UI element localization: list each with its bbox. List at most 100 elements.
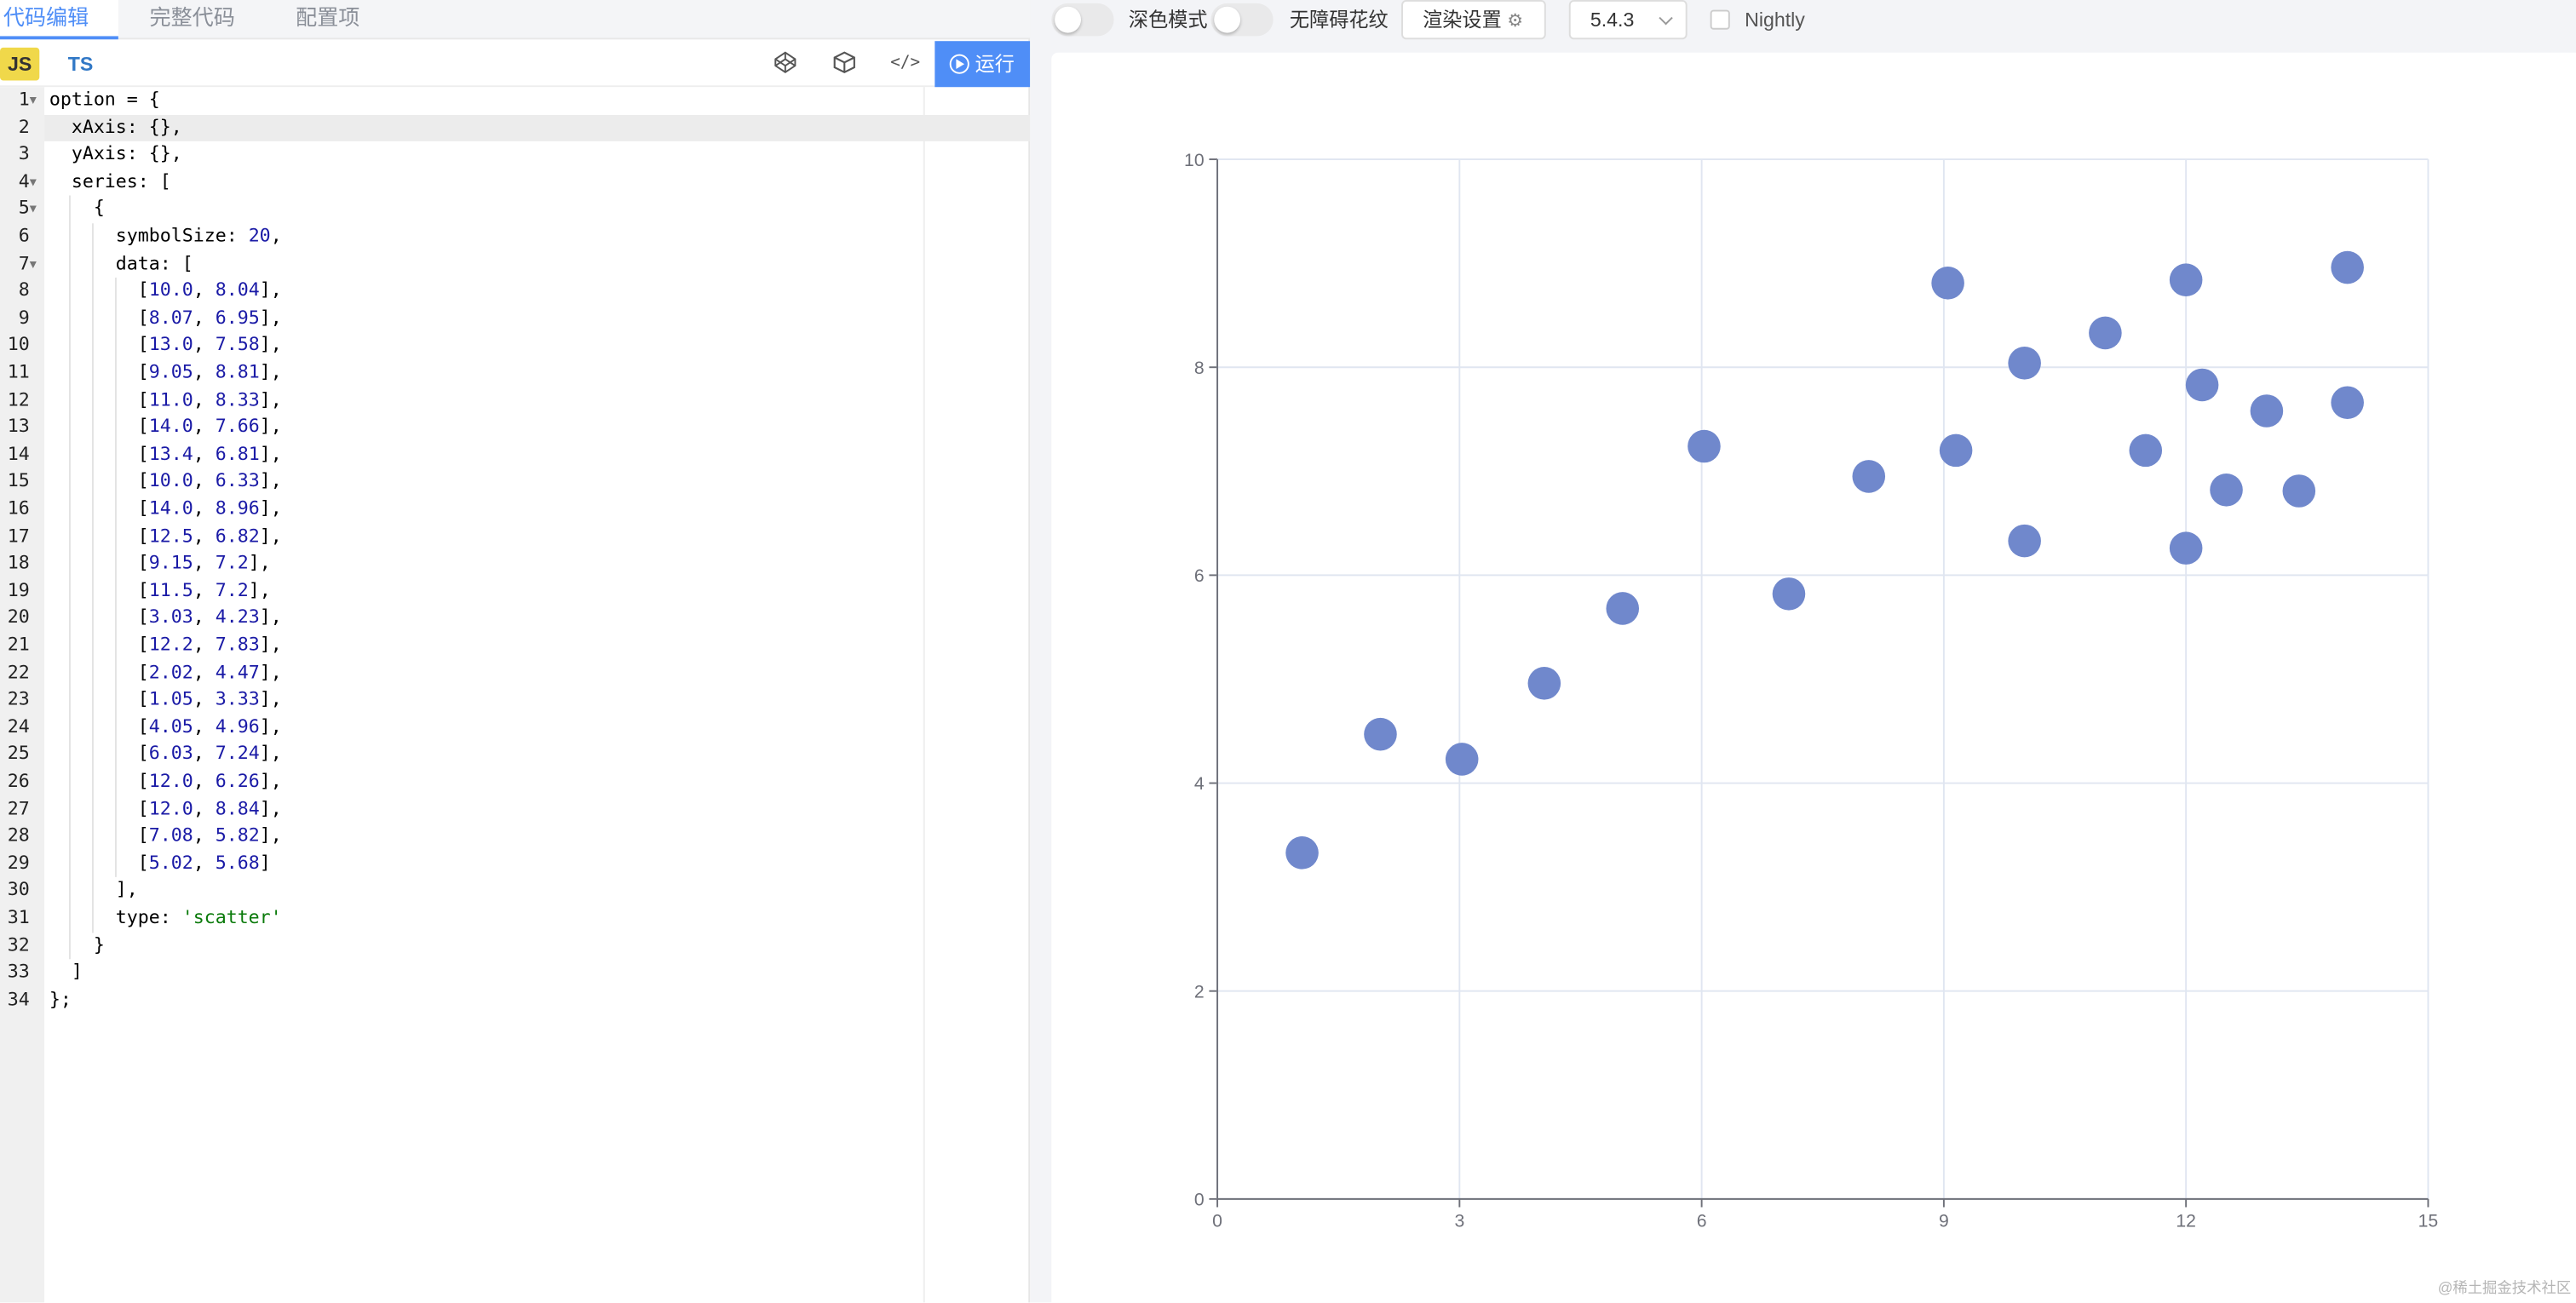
line-number: 34 (7, 988, 30, 1010)
line-number: 10 (7, 334, 30, 356)
scatter-point[interactable] (2008, 524, 2041, 558)
line-number: 7 (18, 252, 30, 274)
line-number: 3 (18, 143, 30, 165)
line-number: 9 (18, 307, 30, 329)
y-tick-label: 2 (1194, 982, 1205, 1002)
scatter-point[interactable] (1364, 717, 1397, 751)
chart-panel: 0 2 4 6 8 10 0 3 6 9 12 15 @稀土掘金技术社区 (1051, 52, 2576, 1303)
y-tick-label: 4 (1194, 774, 1205, 794)
y-tick-label: 0 (1194, 1191, 1205, 1210)
line-number: 16 (7, 497, 30, 519)
scatter-point[interactable] (1285, 836, 1319, 870)
y-tick-label: 6 (1194, 566, 1205, 586)
indent-guide (68, 196, 71, 960)
editor-tabs: 代码编辑 完整代码 配置项 (0, 0, 1031, 40)
line-number: 25 (7, 743, 30, 765)
run-label: 运行 (975, 52, 1015, 76)
line-number: 6 (18, 225, 30, 247)
ts-lang-button[interactable]: TS (59, 48, 101, 81)
scatter-point[interactable] (2129, 433, 2163, 468)
code-line: [10.0, 8.04], (49, 279, 282, 301)
embed-code-icon[interactable]: </> (890, 51, 920, 77)
fold-arrow-icon[interactable]: ▼ (30, 250, 40, 278)
code-line: [12.0, 8.84], (49, 797, 282, 819)
scatter-point[interactable] (2089, 316, 2122, 350)
watermark: @稀土掘金技术社区 (2437, 1279, 2572, 1296)
line-number: 31 (7, 906, 30, 928)
fold-arrow-icon[interactable]: ▼ (30, 196, 40, 223)
scatter-point[interactable] (1445, 743, 1479, 776)
line-number: 4 (18, 170, 30, 192)
line-number: 27 (7, 797, 30, 819)
scatter-point[interactable] (2331, 386, 2364, 420)
code-line: [8.07, 6.95], (49, 307, 282, 329)
render-settings-label: 渲染设置 (1423, 8, 1502, 32)
fold-arrow-icon[interactable]: ▼ (30, 87, 40, 114)
x-tick-label: 6 (1697, 1212, 1707, 1231)
line-number: 14 (7, 443, 30, 465)
code-line: } (49, 933, 105, 956)
dark-mode-toggle[interactable] (1051, 3, 1114, 37)
line-number: 8 (18, 279, 30, 301)
scatter-point[interactable] (2169, 531, 2203, 565)
code-line: yAxis: {}, (49, 143, 182, 165)
scatter-point[interactable] (2185, 368, 2219, 402)
line-number: 33 (7, 961, 30, 983)
scatter-point[interactable] (1606, 592, 1640, 625)
fold-arrow-icon[interactable]: ▼ (30, 169, 40, 196)
code-line: { (49, 198, 105, 220)
tab-full-code[interactable]: 完整代码 (149, 0, 248, 39)
line-number: 18 (7, 552, 30, 574)
x-tick-label: 0 (1212, 1212, 1222, 1231)
scatter-point[interactable] (2331, 250, 2364, 284)
line-number: 26 (7, 770, 30, 792)
scatter-point[interactable] (2250, 394, 2284, 428)
code-line: [9.05, 8.81], (49, 361, 282, 383)
scatter-point[interactable] (1939, 433, 1973, 468)
code-line: [10.0, 6.33], (49, 470, 282, 492)
line-number: 29 (7, 852, 30, 874)
code-line: [3.03, 4.23], (49, 606, 282, 629)
tab-config[interactable]: 配置项 (296, 0, 377, 39)
code-line: [13.4, 6.81], (49, 443, 282, 465)
line-number: 13 (7, 416, 30, 438)
code-line: [4.05, 4.96], (49, 715, 282, 738)
js-lang-button[interactable]: JS (0, 47, 40, 81)
language-bar: JS TS </> 运行 (0, 41, 1031, 88)
scatter-point[interactable] (2169, 263, 2203, 296)
code-line: [14.0, 8.96], (49, 497, 282, 519)
scatter-point[interactable] (1527, 667, 1561, 700)
code-line: [6.03, 7.24], (49, 743, 282, 765)
line-number: 21 (7, 634, 30, 656)
line-number: 30 (7, 879, 30, 901)
nightly-checkbox[interactable] (1710, 9, 1730, 30)
line-number: 23 (7, 688, 30, 710)
x-tick-label: 12 (2176, 1212, 2196, 1231)
codepen-icon[interactable] (772, 51, 798, 77)
code-line: [13.0, 7.58], (49, 334, 282, 356)
scatter-point[interactable] (1772, 577, 1806, 611)
code-area[interactable]: 1 ▼ option = {2 xAxis: {}, 3 yAxis: {}, 4 ▼ s… (0, 87, 1031, 1303)
scatter-point[interactable] (2008, 347, 2041, 380)
x-tick-label: 9 (1939, 1212, 1949, 1231)
line-number: 22 (7, 661, 30, 683)
scatter-point[interactable] (1688, 429, 1721, 463)
render-settings-button[interactable]: 渲染设置 ⚙ (1401, 0, 1546, 40)
y-tick-label: 8 (1194, 359, 1205, 378)
run-button[interactable]: 运行 (934, 41, 1031, 88)
scatter-point[interactable] (1931, 267, 1964, 300)
scatter-point[interactable] (2282, 474, 2316, 508)
aria-toggle[interactable] (1210, 3, 1274, 37)
code-line: xAxis: {}, (49, 116, 182, 138)
scatter-chart[interactable]: 0 2 4 6 8 10 0 3 6 9 12 15 (1051, 53, 2576, 1303)
scatter-point[interactable] (1852, 460, 1886, 493)
codesandbox-icon[interactable] (831, 51, 858, 77)
tab-code-edit[interactable]: 代码编辑 (0, 0, 118, 40)
scatter-point[interactable] (2210, 473, 2243, 507)
line-number: 20 (7, 606, 30, 629)
print-margin (923, 87, 925, 1303)
code-line: series: [ (49, 170, 171, 192)
active-line-highlight (44, 114, 1031, 142)
x-tick-label: 15 (2418, 1212, 2439, 1231)
version-select[interactable]: 5.4.3 (1568, 0, 1688, 40)
